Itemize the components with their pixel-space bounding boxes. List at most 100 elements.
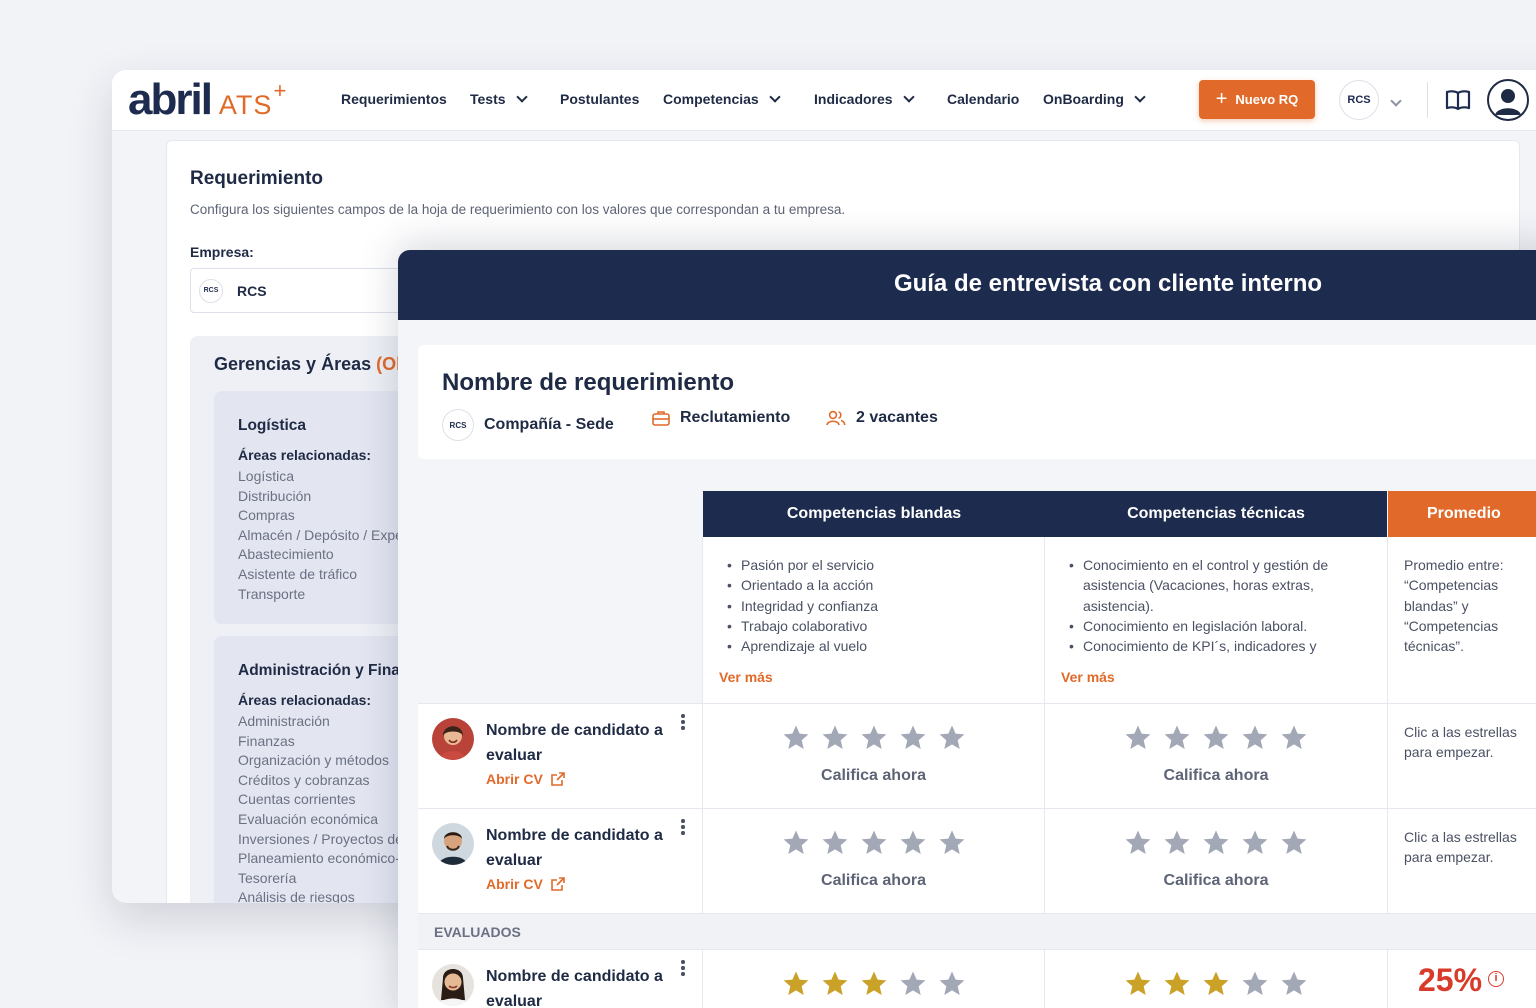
user-icon (1495, 89, 1521, 115)
star-empty-icon[interactable] (1202, 724, 1230, 752)
star-rating[interactable] (703, 724, 1044, 752)
star-empty-icon[interactable] (1241, 829, 1269, 857)
blandas-description: Pasión por el servicio Orientado a la ac… (703, 537, 1045, 704)
star-empty-icon[interactable] (1124, 829, 1152, 857)
guide-header: Guía de entrevista con cliente interno (398, 250, 1536, 320)
list-item: Aprendizaje al vuelo (727, 636, 878, 657)
nav-calendario[interactable]: Calendario (947, 91, 1019, 107)
star-rating[interactable] (703, 829, 1044, 857)
star-filled-icon[interactable] (1163, 970, 1191, 998)
vacantes-meta: 2 vacantes (826, 409, 938, 427)
competencias-list: Conocimiento en el control y gestión de … (1069, 555, 1369, 657)
rating-cell-tecnicas: Califica ahora (1045, 809, 1388, 914)
list-item: Administración (238, 713, 330, 729)
avatar (432, 718, 474, 760)
star-empty-icon[interactable] (1280, 829, 1308, 857)
chevron-down-icon (902, 91, 915, 103)
list-item: Transporte (238, 585, 306, 602)
star-empty-icon[interactable] (1241, 970, 1269, 998)
candidate-cell: Nombre de candidato a evaluar Abrir CV (418, 809, 703, 914)
star-rating[interactable] (1045, 829, 1387, 857)
nav-postulantes[interactable]: Postulantes (560, 91, 639, 107)
star-empty-icon[interactable] (1280, 970, 1308, 998)
star-filled-icon[interactable] (782, 970, 810, 998)
list-item: Finanzas (238, 732, 295, 749)
star-empty-icon[interactable] (899, 829, 927, 857)
avatar (432, 964, 474, 1006)
rating-cell-tecnicas (1045, 950, 1388, 1008)
list-item: Evaluación económica (238, 810, 379, 827)
star-empty-icon[interactable] (1124, 724, 1152, 752)
chevron-down-icon (1134, 91, 1146, 103)
nuevo-rq-button[interactable]: + Nuevo RQ (1199, 80, 1315, 119)
star-empty-icon[interactable] (821, 829, 849, 857)
ver-mas-link[interactable]: Ver más (1061, 669, 1115, 685)
star-empty-icon[interactable] (1241, 724, 1269, 752)
star-filled-icon[interactable] (821, 970, 849, 998)
star-empty-icon[interactable] (1280, 724, 1308, 752)
list-item: Conocimiento de KPI´s, indicadores y (1069, 636, 1369, 657)
nav-tests[interactable]: Tests (470, 91, 528, 107)
gerencias-title: Gerencias y Áreas (Ob (214, 354, 408, 374)
star-empty-icon[interactable] (821, 724, 849, 752)
ver-mas-link[interactable]: Ver más (719, 669, 773, 685)
list-item: Integridad y confianza (727, 596, 878, 617)
star-filled-icon[interactable] (860, 970, 888, 998)
company-logo: RCS (199, 278, 223, 303)
star-filled-icon[interactable] (1124, 970, 1152, 998)
rating-cell-blandas: Califica ahora (703, 704, 1045, 809)
star-rating[interactable] (1045, 970, 1387, 998)
briefcase-icon (652, 411, 670, 426)
abrir-cv-link[interactable]: Abrir CV (486, 876, 566, 892)
interview-guide-window: Guía de entrevista con cliente interno N… (398, 250, 1536, 1008)
abril-ats-logo[interactable]: abril ATS + (128, 78, 286, 122)
star-rating[interactable] (1045, 724, 1387, 752)
rating-cell-tecnicas: Califica ahora (1045, 704, 1388, 809)
book-icon[interactable] (1445, 88, 1471, 112)
star-empty-icon[interactable] (1202, 829, 1230, 857)
info-icon[interactable]: i (1488, 970, 1505, 987)
more-options-icon[interactable] (681, 960, 687, 978)
more-options-icon[interactable] (681, 819, 687, 837)
star-empty-icon[interactable] (1163, 829, 1191, 857)
page-subtitle: Configura los siguientes campos de la ho… (190, 202, 846, 217)
chevron-down-icon[interactable] (1390, 92, 1402, 110)
nav-indicadores[interactable]: Indicadores (814, 91, 915, 107)
candidate-name: Nombre de candidato a evaluar (486, 827, 663, 869)
evaluados-section-header: EVALUADOS (418, 914, 1536, 950)
star-empty-icon[interactable] (899, 970, 927, 998)
nav-onboarding[interactable]: OnBoarding (1043, 91, 1146, 107)
candidate-name: Nombre de candidato a evaluar (486, 968, 663, 1008)
promedio-cell: 25% i (1388, 950, 1536, 1008)
user-avatar[interactable] (1487, 79, 1529, 121)
star-empty-icon[interactable] (899, 724, 927, 752)
top-navbar: abril ATS + Requerimientos Tests Postula… (112, 70, 1536, 131)
more-options-icon[interactable] (681, 714, 687, 732)
company-meta: RCS Compañía - Sede (442, 409, 614, 441)
list-item: Abastecimiento (238, 546, 334, 563)
star-filled-icon[interactable] (1202, 970, 1230, 998)
evaluation-grid: Competencias blandas Competencias técnic… (418, 491, 1536, 1008)
nav-requerimientos[interactable]: Requerimientos (341, 91, 447, 107)
external-link-icon (550, 772, 565, 786)
abrir-cv-link[interactable]: Abrir CV (486, 771, 566, 787)
star-rating[interactable] (703, 970, 1044, 998)
list-item: Conocimiento en legislación laboral. (1069, 616, 1369, 637)
list-item: Pasión por el servicio (727, 555, 878, 576)
star-empty-icon[interactable] (1163, 724, 1191, 752)
guide-title: Guía de entrevista con cliente interno (893, 270, 1323, 297)
star-empty-icon[interactable] (860, 829, 888, 857)
requirement-summary-card: Nombre de requerimiento RCS Compañía - S… (418, 345, 1536, 459)
star-empty-icon[interactable] (938, 829, 966, 857)
star-empty-icon[interactable] (860, 724, 888, 752)
star-empty-icon[interactable] (782, 724, 810, 752)
promedio-cell: Clic a las estrellas para empezar. (1388, 809, 1536, 914)
star-empty-icon[interactable] (782, 829, 810, 857)
star-empty-icon[interactable] (938, 970, 966, 998)
competencias-list: Pasión por el servicio Orientado a la ac… (727, 555, 878, 657)
star-empty-icon[interactable] (938, 724, 966, 752)
company-switcher[interactable]: RCS (1339, 80, 1379, 120)
candidate-name: Nombre de candidato a evaluar (486, 722, 663, 764)
promedio-cell: Clic a las estrellas para empezar. (1388, 704, 1536, 809)
nav-competencias[interactable]: Competencias (663, 91, 781, 107)
